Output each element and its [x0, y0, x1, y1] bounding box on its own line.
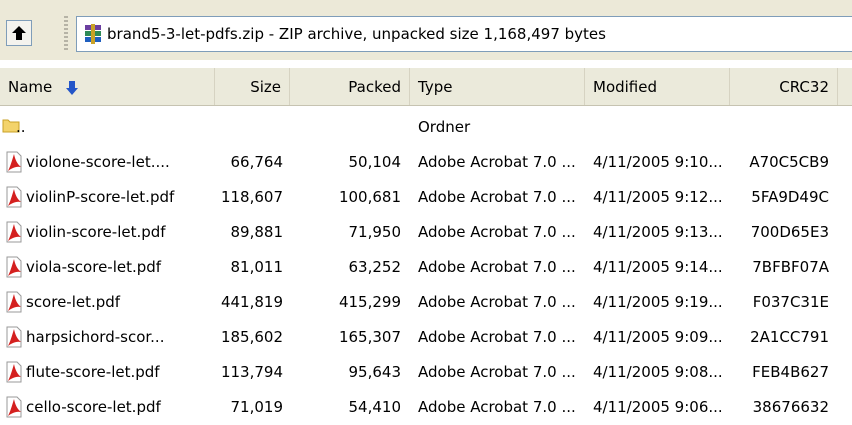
- parent-folder-type: Ordner: [418, 118, 471, 136]
- file-size: 66,764: [230, 153, 284, 171]
- col-size[interactable]: Size: [215, 68, 290, 105]
- file-row[interactable]: cello-score-let.pdf 71,019 54,410 Adobe Acr…: [0, 390, 852, 425]
- file-packed: 415,299: [338, 293, 401, 311]
- sort-down-arrow-icon: [66, 80, 79, 95]
- file-packed: 50,104: [348, 153, 402, 171]
- file-modified: 4/11/2005 9:09...: [593, 328, 723, 346]
- toolbar-grip[interactable]: [64, 16, 68, 52]
- file-type: Adobe Acrobat 7.0 ...: [418, 363, 576, 381]
- file-type: Adobe Acrobat 7.0 ...: [418, 258, 576, 276]
- file-crc: 7BFBF07A: [752, 258, 829, 276]
- file-modified: 4/11/2005 9:13...: [593, 223, 723, 241]
- col-crc[interactable]: CRC32: [730, 68, 838, 105]
- file-name: flute-score-let.pdf: [26, 363, 160, 381]
- file-row[interactable]: viola-score-let.pdf 81,011 63,252 Adobe Acr…: [0, 250, 852, 285]
- pdf-file-icon: [6, 361, 22, 383]
- file-crc: FEB4B627: [752, 363, 829, 381]
- file-name: violone-score-let....: [26, 153, 170, 171]
- col-name[interactable]: Name: [0, 68, 215, 105]
- col-name-label: Name: [8, 78, 53, 96]
- file-name: violin-score-let.pdf: [26, 223, 166, 241]
- toolbar: brand5-3-let-pdfs.zip - ZIP archive, unp…: [0, 0, 852, 60]
- pdf-file-icon: [6, 326, 22, 348]
- file-name: violinP-score-let.pdf: [26, 188, 175, 206]
- file-packed: 63,252: [348, 258, 402, 276]
- file-row[interactable]: violone-score-let.... 66,764 50,104 Adobe A…: [0, 145, 852, 180]
- file-row[interactable]: violinP-score-let.pdf 118,607 100,681 Adobe…: [0, 180, 852, 215]
- file-crc: 700D65E3: [750, 223, 829, 241]
- file-row[interactable]: violin-score-let.pdf 89,881 71,950 Adobe Ac…: [0, 215, 852, 250]
- pdf-file-icon: [6, 186, 22, 208]
- up-folder-icon: [12, 26, 26, 40]
- file-modified: 4/11/2005 9:06...: [593, 398, 723, 416]
- file-type: Adobe Acrobat 7.0 ...: [418, 223, 576, 241]
- parent-folder-name: ..: [16, 118, 26, 136]
- file-name: viola-score-let.pdf: [26, 258, 162, 276]
- file-crc: F037C31E: [752, 293, 829, 311]
- file-modified: 4/11/2005 9:12...: [593, 188, 723, 206]
- file-packed: 100,681: [338, 188, 401, 206]
- file-list: .. Ordner violone-score-let.... 66,764 50,…: [0, 110, 852, 425]
- file-packed: 165,307: [338, 328, 401, 346]
- file-size: 81,011: [230, 258, 284, 276]
- file-packed: 54,410: [348, 398, 402, 416]
- col-packed[interactable]: Packed: [290, 68, 410, 105]
- pdf-file-icon: [6, 151, 22, 173]
- pdf-file-icon: [6, 396, 22, 418]
- rar-archive-icon: [85, 24, 101, 44]
- file-size: 89,881: [230, 223, 284, 241]
- file-size: 185,602: [220, 328, 283, 346]
- file-modified: 4/11/2005 9:19...: [593, 293, 723, 311]
- file-packed: 95,643: [348, 363, 402, 381]
- pdf-file-icon: [6, 256, 22, 278]
- parent-folder-row[interactable]: .. Ordner: [0, 110, 852, 145]
- file-row[interactable]: flute-score-let.pdf 113,794 95,643 Adobe Ac…: [0, 355, 852, 390]
- file-crc: 38676632: [752, 398, 829, 416]
- file-type: Adobe Acrobat 7.0 ...: [418, 293, 576, 311]
- file-type: Adobe Acrobat 7.0 ...: [418, 328, 576, 346]
- file-modified: 4/11/2005 9:08...: [593, 363, 723, 381]
- file-name: cello-score-let.pdf: [26, 398, 161, 416]
- file-crc: 5FA9D49C: [751, 188, 829, 206]
- file-name: score-let.pdf: [26, 293, 121, 311]
- file-modified: 4/11/2005 9:14...: [593, 258, 723, 276]
- file-size: 441,819: [220, 293, 283, 311]
- pdf-file-icon: [6, 221, 22, 243]
- file-type: Adobe Acrobat 7.0 ...: [418, 398, 576, 416]
- file-packed: 71,950: [348, 223, 402, 241]
- col-modified[interactable]: Modified: [585, 68, 730, 105]
- column-header: Name Size Packed Type Modified CRC32: [0, 68, 852, 106]
- file-name: harpsichord-scor...: [26, 328, 165, 346]
- file-crc: 2A1CC791: [750, 328, 829, 346]
- col-type[interactable]: Type: [410, 68, 585, 105]
- file-modified: 4/11/2005 9:10...: [593, 153, 723, 171]
- file-size: 113,794: [220, 363, 283, 381]
- archive-path-text: brand5-3-let-pdfs.zip - ZIP archive, unp…: [107, 25, 606, 43]
- file-type: Adobe Acrobat 7.0 ...: [418, 188, 576, 206]
- file-size: 71,019: [230, 398, 284, 416]
- file-type: Adobe Acrobat 7.0 ...: [418, 153, 576, 171]
- file-crc: A70C5CB9: [749, 153, 829, 171]
- file-row[interactable]: score-let.pdf 441,819 415,299 Adobe Acrobat…: [0, 285, 852, 320]
- file-size: 118,607: [220, 188, 283, 206]
- pdf-file-icon: [6, 291, 22, 313]
- up-folder-button[interactable]: [6, 20, 32, 46]
- file-row[interactable]: harpsichord-scor... 185,602 165,307 Adobe A…: [0, 320, 852, 355]
- archive-path-box[interactable]: brand5-3-let-pdfs.zip - ZIP archive, unp…: [76, 16, 852, 52]
